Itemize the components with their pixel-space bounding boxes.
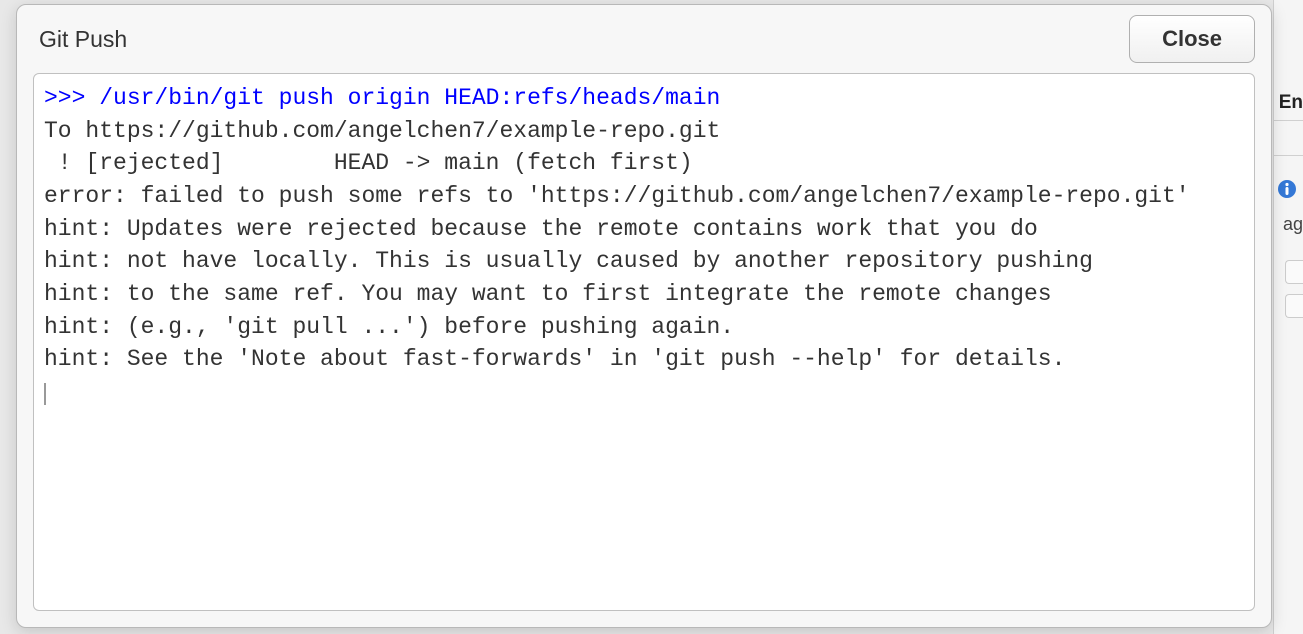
output-line: hint: not have locally. This is usually … [44, 248, 1093, 274]
output-line: hint: to the same ref. You may want to f… [44, 281, 1052, 307]
dialog-title: Git Push [39, 26, 127, 53]
info-icon [1277, 179, 1297, 199]
background-control[interactable] [1285, 260, 1303, 284]
dialog-header: Git Push Close [17, 5, 1271, 73]
background-partial-label-ac: ag [1283, 214, 1303, 235]
background-divider [1273, 155, 1303, 156]
git-push-dialog: Git Push Close >>> /usr/bin/git push ori… [16, 4, 1272, 628]
background-panel: En ag [1273, 0, 1303, 634]
text-cursor [44, 383, 46, 405]
output-line: hint: (e.g., 'git pull ...') before push… [44, 314, 734, 340]
background-partial-label-en: En [1279, 92, 1303, 114]
output-line: error: failed to push some refs to 'http… [44, 183, 1190, 209]
close-button[interactable]: Close [1129, 15, 1255, 63]
output-line: ! [rejected] HEAD -> main (fetch first) [44, 150, 693, 176]
command-line: >>> /usr/bin/git push origin HEAD:refs/h… [44, 85, 720, 111]
background-divider [1273, 120, 1303, 121]
output-line: To https://github.com/angelchen7/example… [44, 118, 720, 144]
background-control[interactable] [1285, 294, 1303, 318]
output-line: hint: Updates were rejected because the … [44, 216, 1038, 242]
output-line: hint: See the 'Note about fast-forwards'… [44, 346, 1065, 372]
output-pane[interactable]: >>> /usr/bin/git push origin HEAD:refs/h… [33, 73, 1255, 611]
